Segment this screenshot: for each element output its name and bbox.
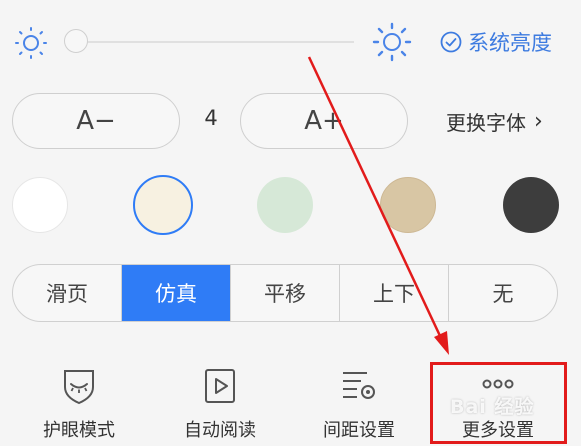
page-turn-pan[interactable]: 平移 <box>230 265 339 321</box>
theme-swatch-white[interactable] <box>12 177 68 233</box>
eye-protection-label: 护眼模式 <box>43 420 115 441</box>
page-turn-selector: 滑页 仿真 平移 上下 无 <box>12 264 558 322</box>
font-size-value: 4 <box>204 106 218 130</box>
chevron-right-icon: › <box>534 108 543 134</box>
page-turn-slide[interactable]: 滑页 <box>13 265 121 321</box>
brightness-high-icon <box>372 22 412 66</box>
auto-read-label: 自动阅读 <box>184 420 256 441</box>
system-brightness-toggle[interactable]: 系统亮度 <box>440 26 552 58</box>
spacing-settings-button[interactable]: 间距设置 <box>304 366 414 442</box>
font-increase-button[interactable]: A+ <box>240 93 408 149</box>
font-increase-label: A+ <box>304 106 344 136</box>
watermark-text: Bai 经验 <box>450 396 535 418</box>
page-turn-none[interactable]: 无 <box>448 265 557 321</box>
brightness-low-icon <box>14 26 48 64</box>
theme-swatch-dark[interactable] <box>503 177 559 233</box>
brightness-slider-track[interactable] <box>66 41 354 43</box>
spacing-settings-label: 间距设置 <box>323 420 395 441</box>
system-brightness-label: 系统亮度 <box>468 31 552 55</box>
brightness-slider-knob[interactable] <box>64 29 88 53</box>
change-font-label: 更换字体 <box>446 110 526 135</box>
spacing-settings-icon <box>343 372 375 399</box>
change-font-button[interactable]: 更换字体 › <box>446 104 543 138</box>
check-circle-icon <box>440 31 462 53</box>
theme-swatch-tan[interactable] <box>380 177 436 233</box>
page-turn-vertical[interactable]: 上下 <box>339 265 448 321</box>
page-turn-simulate[interactable]: 仿真 <box>121 265 230 321</box>
theme-swatch-green[interactable] <box>257 177 313 233</box>
eye-protection-icon <box>64 370 94 405</box>
auto-read-button[interactable]: 自动阅读 <box>165 366 275 442</box>
font-decrease-label: A− <box>76 106 116 136</box>
font-decrease-button[interactable]: A− <box>12 93 180 149</box>
eye-protection-button[interactable]: 护眼模式 <box>24 366 134 442</box>
auto-read-icon <box>205 369 235 403</box>
theme-swatch-cream[interactable] <box>133 175 193 235</box>
